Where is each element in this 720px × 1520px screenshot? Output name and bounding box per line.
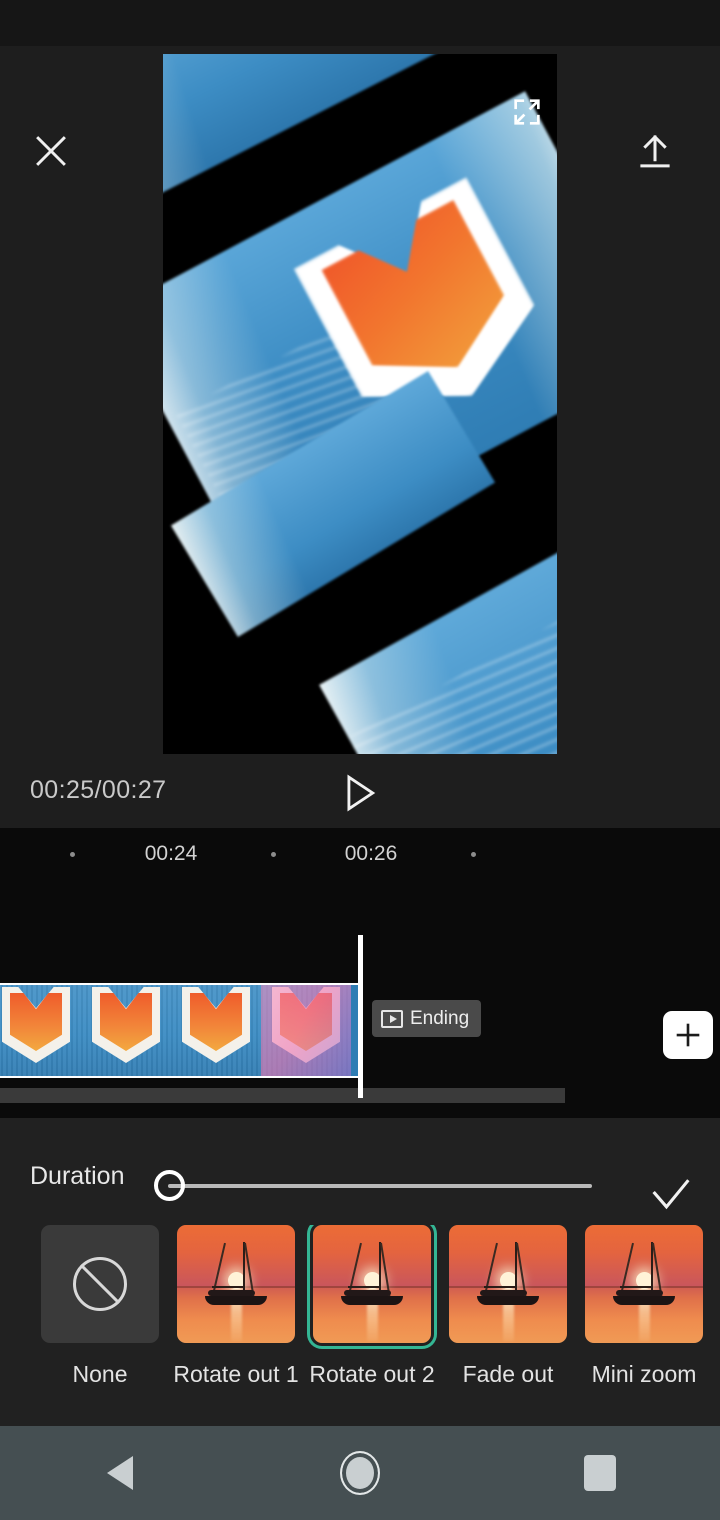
ending-clip-badge[interactable]: Ending [372, 1000, 482, 1037]
sunset-sailboat-image [449, 1225, 567, 1343]
ruler-tick-dot [271, 852, 276, 857]
transition-label: Fade out [462, 1361, 554, 1387]
time-display: 00:25/00:27 [30, 776, 167, 804]
timeline-track[interactable] [0, 880, 720, 1118]
filmstrip-frame [0, 985, 81, 1076]
transition-thumbnail [585, 1225, 703, 1343]
close-icon[interactable] [22, 122, 80, 180]
ending-badge-label: Ending [410, 1007, 470, 1029]
plus-icon[interactable] [663, 1011, 713, 1059]
transition-label: None [72, 1361, 128, 1387]
sunset-sailboat-image [313, 1225, 431, 1343]
transport-bar: 00:25/00:27 [0, 754, 720, 828]
no-transition-icon [73, 1257, 127, 1311]
duration-label: Duration [30, 1162, 125, 1190]
transition-option-rotate-out-2[interactable]: Rotate out 2 [304, 1225, 440, 1388]
fullscreen-expand-icon[interactable] [501, 86, 553, 138]
sunset-sailboat-image [585, 1225, 703, 1343]
upload-icon[interactable] [626, 122, 684, 180]
filmstrip-frame [171, 985, 261, 1076]
transition-thumbnail [177, 1225, 295, 1343]
duration-slider[interactable] [154, 1170, 592, 1201]
transition-label: Rotate out 2 [309, 1361, 435, 1387]
transition-thumbnail [41, 1225, 159, 1343]
duration-row: Duration [0, 1148, 720, 1210]
play-icon[interactable] [332, 768, 388, 818]
filmstrip-frame [81, 985, 171, 1076]
timeline-ruler[interactable]: 00:24 00:26 [0, 828, 720, 880]
transition-label: Mini zoom [591, 1361, 697, 1387]
frame-chevron-fill [280, 993, 332, 1051]
triangle-back-icon[interactable] [75, 1426, 165, 1520]
android-nav-bar [0, 1426, 720, 1520]
status-bar [0, 0, 720, 46]
timeline-scrollbar[interactable] [0, 1088, 565, 1103]
sunset-sailboat-image [177, 1225, 295, 1343]
video-clip-filmstrip[interactable] [0, 983, 363, 1078]
transition-list[interactable]: None Rotate out 1 Rotate out 2 Fade out … [0, 1225, 720, 1400]
preview-motion-streaks-2 [348, 611, 557, 754]
duration-slider-thumb[interactable] [154, 1170, 185, 1201]
top-bar [0, 46, 720, 168]
check-icon[interactable] [642, 1168, 700, 1222]
transition-option-fade-out[interactable]: Fade out [440, 1225, 576, 1388]
transition-option-rotate-out-1[interactable]: Rotate out 1 [168, 1225, 304, 1388]
filmstrip-frame [261, 985, 351, 1076]
playhead-indicator[interactable] [358, 935, 363, 1098]
ruler-tick-label: 00:26 [344, 842, 398, 865]
ruler-tick-dot [70, 852, 75, 857]
transition-label: Rotate out 1 [173, 1361, 299, 1387]
transition-option-next-partial[interactable] [712, 1225, 720, 1361]
circle-home-icon[interactable] [315, 1426, 405, 1520]
square-recents-icon[interactable] [555, 1426, 645, 1520]
transition-option-mini-zoom[interactable]: Mini zoom [576, 1225, 712, 1388]
transition-thumbnail [313, 1225, 431, 1343]
ruler-tick-label: 00:24 [144, 842, 198, 865]
transition-option-none[interactable]: None [32, 1225, 168, 1388]
transition-panel: Duration None Rotate out 1 Rotate out 2 … [0, 1118, 720, 1426]
video-frame-play-icon [381, 1009, 403, 1028]
frame-chevron-outline [272, 987, 340, 1063]
transition-thumbnail [449, 1225, 567, 1343]
ruler-tick-dot [471, 852, 476, 857]
